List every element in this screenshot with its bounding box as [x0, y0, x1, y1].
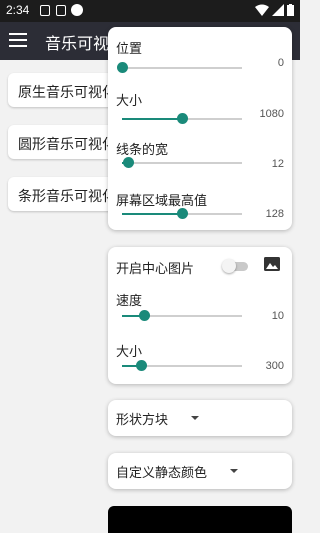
preview-area	[108, 506, 292, 533]
wifi-icon	[255, 4, 269, 16]
color-dropdown-label: 自定义静态颜色	[116, 466, 208, 481]
position-value: 0	[277, 57, 284, 69]
center-image-label: 开启中心图片	[116, 262, 195, 277]
slider-label-image-size: 大小	[116, 345, 143, 360]
notification-icon	[56, 5, 66, 16]
settings-popup: 位置 0 大小 1080 线条的宽 12 屏幕区域最高值 128	[108, 27, 292, 230]
signal-icon	[272, 4, 284, 16]
image-size-value: 300	[265, 360, 284, 372]
center-image-card: 开启中心图片 速度 10 大小 300	[108, 247, 292, 384]
slider-thumb[interactable]	[123, 157, 134, 168]
speed-value: 10	[271, 310, 284, 322]
slider-thumb[interactable]	[136, 360, 148, 371]
slider-label-screen-max: 屏幕区域最高值	[116, 194, 208, 209]
notification-dot-icon	[71, 4, 83, 16]
center-image-toggle[interactable]	[222, 259, 248, 273]
speed-slider[interactable]	[122, 310, 242, 322]
slider-thumb[interactable]	[117, 62, 128, 73]
slider-label-size: 大小	[116, 94, 143, 109]
position-slider[interactable]	[117, 62, 242, 74]
slider-thumb[interactable]	[177, 113, 188, 124]
image-icon[interactable]	[264, 257, 280, 271]
slider-thumb[interactable]	[177, 208, 188, 219]
notification-icon	[40, 5, 50, 16]
line-width-slider[interactable]	[122, 157, 242, 169]
image-size-slider[interactable]	[122, 360, 242, 372]
size-slider[interactable]	[122, 113, 242, 125]
slider-thumb[interactable]	[138, 310, 150, 321]
status-time: 2:34	[6, 3, 30, 17]
chevron-down-icon	[230, 469, 238, 473]
slider-label-speed: 速度	[116, 294, 143, 309]
battery-icon	[287, 4, 294, 16]
slider-label-position: 位置	[116, 42, 143, 57]
status-bar: 2:34	[0, 0, 300, 22]
line-width-value: 12	[271, 158, 284, 170]
size-value: 1080	[259, 108, 284, 120]
color-dropdown[interactable]: 自定义静态颜色	[108, 453, 292, 489]
shape-dropdown[interactable]: 形状方块	[108, 400, 292, 436]
menu-icon[interactable]	[9, 33, 27, 47]
chevron-down-icon	[191, 416, 199, 420]
slider-label-line-width: 线条的宽	[116, 143, 169, 158]
shape-dropdown-label: 形状方块	[116, 413, 169, 428]
screen-max-slider[interactable]	[122, 208, 242, 220]
screen-max-value: 128	[265, 208, 284, 220]
